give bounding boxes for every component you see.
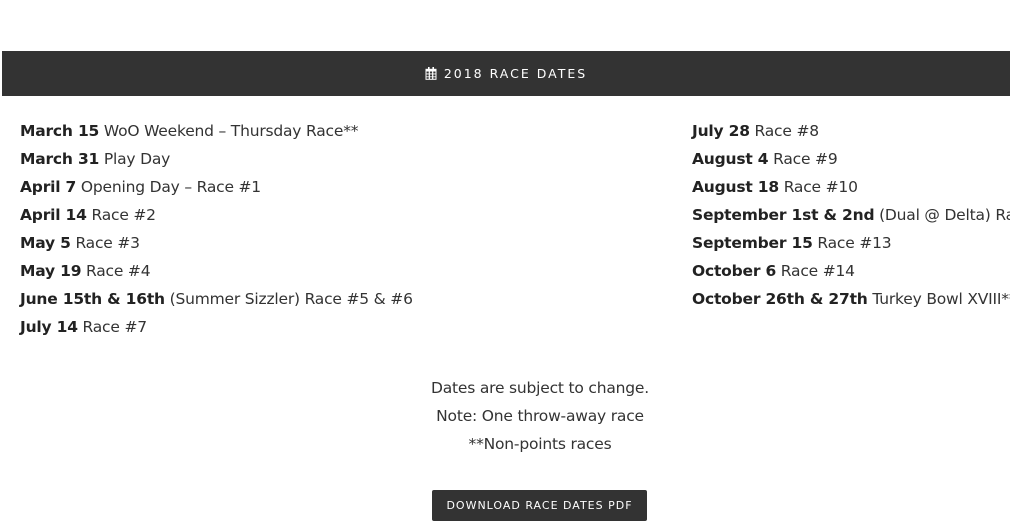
schedule-notes: Dates are subject to change. Note: One t… [0, 374, 1010, 458]
note-throw-away-race: Note: One throw-away race [436, 407, 644, 425]
race-date: July 28 [692, 122, 750, 140]
calendar-icon [425, 67, 437, 80]
race-event: Play Day [103, 150, 171, 168]
race-date: March 31 [20, 150, 100, 168]
race-event: Race #14 [780, 262, 855, 280]
race-row: October 26th & 27th Turkey Bowl XVIII** [692, 285, 1010, 313]
race-row: July 28 Race #8 [692, 117, 1010, 145]
race-row: May 5 Race #3 [20, 229, 413, 257]
note-subject-to-change: Dates are subject to change. [430, 379, 649, 397]
race-row: September 1st & 2nd (Dual @ Delta) Race [692, 201, 1010, 229]
download-race-dates-pdf-button[interactable]: DOWNLOAD RACE DATES PDF [432, 490, 647, 521]
race-date: May 5 [20, 234, 71, 252]
race-date: June 15th & 16th [20, 290, 165, 308]
race-event: WoO Weekend – Thursday Race** [103, 122, 359, 140]
race-date: August 18 [692, 178, 779, 196]
race-event: Race #2 [91, 206, 156, 224]
race-date: March 15 [20, 122, 100, 140]
race-event: Opening Day – Race #1 [80, 178, 261, 196]
race-row: October 6 Race #14 [692, 257, 1010, 285]
race-row: August 18 Race #10 [692, 173, 1010, 201]
race-event: Race #4 [86, 262, 151, 280]
header-title: 2018 RACE DATES [443, 66, 588, 81]
race-date: July 14 [20, 318, 78, 336]
race-event: Turkey Bowl XVIII** [872, 290, 1010, 308]
race-event: Race #9 [773, 150, 838, 168]
race-dates-header: 2018 RACE DATES [2, 51, 1010, 96]
race-row: March 15 WoO Weekend – Thursday Race** [20, 117, 413, 145]
race-date: August 4 [692, 150, 769, 168]
race-date: September 15 [692, 234, 813, 252]
race-row: May 19 Race #4 [20, 257, 413, 285]
race-date: April 14 [20, 206, 87, 224]
race-date: October 26th & 27th [692, 290, 868, 308]
race-date: October 6 [692, 262, 777, 280]
race-event: Race #7 [82, 318, 148, 336]
schedule-left-column: March 15 WoO Weekend – Thursday Race** M… [20, 117, 413, 341]
race-row: April 7 Opening Day – Race #1 [20, 173, 413, 201]
race-event: (Summer Sizzler) Race #5 & #6 [169, 290, 413, 308]
schedule-right-column: July 28 Race #8 August 4 Race #9 August … [692, 117, 1010, 313]
race-row: September 15 Race #13 [692, 229, 1010, 257]
race-row: July 14 Race #7 [20, 313, 413, 341]
note-non-points-races: **Non-points races [468, 435, 612, 453]
race-row: August 4 Race #9 [692, 145, 1010, 173]
race-row: June 15th & 16th (Summer Sizzler) Race #… [20, 285, 413, 313]
race-event: Race #13 [817, 234, 892, 252]
race-event: Race #3 [75, 234, 140, 252]
race-event: (Dual @ Delta) Race [879, 206, 1010, 224]
race-date: April 7 [20, 178, 77, 196]
race-event: Race #8 [754, 122, 820, 140]
race-date: May 19 [20, 262, 82, 280]
race-event: Race #10 [783, 178, 858, 196]
race-date: September 1st & 2nd [692, 206, 875, 224]
race-row: March 31 Play Day [20, 145, 413, 173]
race-row: April 14 Race #2 [20, 201, 413, 229]
